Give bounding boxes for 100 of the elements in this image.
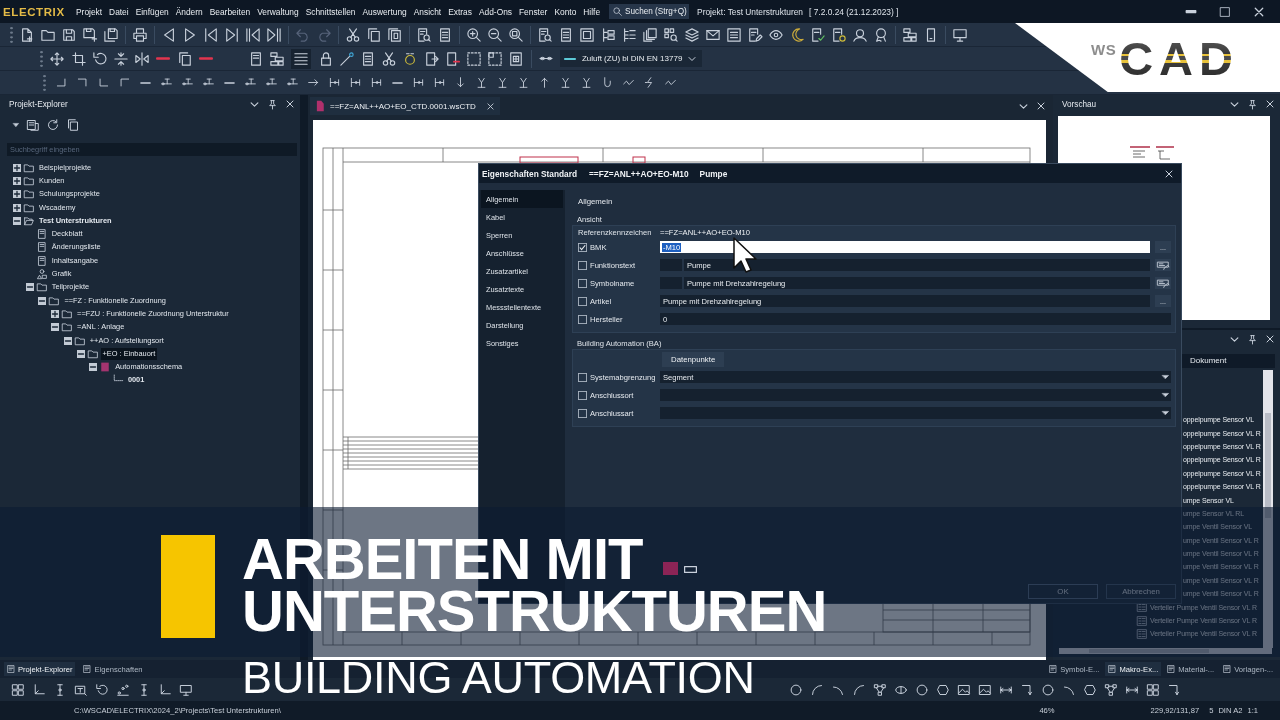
ring-icon[interactable] [403, 51, 418, 66]
blocks-icon[interactable] [270, 51, 285, 66]
minus-icon[interactable] [156, 56, 171, 61]
copy-icon[interactable] [388, 27, 402, 42]
junction-icon[interactable] [350, 77, 361, 88]
rotate-icon[interactable] [96, 683, 108, 696]
minus-box-icon[interactable] [25, 283, 34, 292]
envelope-icon[interactable] [706, 27, 720, 42]
triangle-left-icon[interactable] [162, 27, 176, 42]
menu-item[interactable]: Datei [109, 6, 129, 17]
bolt-icon[interactable] [644, 77, 655, 88]
menu-item[interactable]: Ansicht [413, 6, 442, 17]
pin-icon[interactable] [1248, 99, 1257, 109]
copy-icon[interactable] [177, 51, 192, 66]
checkbox[interactable] [578, 390, 587, 400]
move-icon[interactable] [50, 51, 65, 66]
menu-item[interactable]: Schnittstellen [305, 6, 356, 17]
document-search-icon[interactable] [538, 27, 552, 42]
toggle-button[interactable] [291, 48, 312, 69]
stacked-pages-icon[interactable] [643, 27, 657, 42]
arc-icon[interactable] [832, 683, 844, 696]
horizontal-scrollbar[interactable] [1059, 648, 1272, 654]
checkbox[interactable] [578, 372, 587, 382]
minus-box-icon[interactable] [38, 296, 47, 305]
triangle-right-icon[interactable] [183, 27, 197, 42]
hexagon-icon[interactable] [1084, 683, 1096, 696]
menu-item[interactable]: Fenster [519, 6, 548, 17]
vertical-scrollbar[interactable] [1263, 370, 1273, 648]
scissors-icon[interactable] [382, 51, 397, 66]
axes-icon[interactable] [159, 683, 171, 696]
circle-icon[interactable] [916, 683, 928, 696]
fork-icon[interactable] [560, 77, 571, 88]
text-frame-icon[interactable] [75, 683, 87, 696]
skip-end-icon[interactable] [267, 27, 281, 42]
dimension-icon[interactable] [1000, 683, 1012, 696]
junction-icon[interactable] [182, 77, 193, 88]
menu-item[interactable]: Extras [448, 6, 472, 17]
edit-button[interactable] [1155, 277, 1171, 289]
dropdown-field[interactable] [660, 389, 1171, 401]
minus-icon[interactable] [198, 56, 213, 61]
arrow-down-icon[interactable] [455, 77, 466, 88]
scatter-icon[interactable] [117, 683, 129, 696]
chevron-down-icon[interactable] [250, 99, 259, 109]
chevron-down-icon[interactable] [1230, 99, 1239, 109]
line-dot-icon[interactable] [339, 51, 354, 66]
menu-item[interactable]: Einfügen [135, 6, 169, 17]
arc-icon[interactable] [853, 683, 865, 696]
node-graph-icon[interactable] [874, 683, 886, 696]
document-edit-icon[interactable] [748, 27, 762, 42]
minus-box-icon[interactable] [76, 349, 85, 358]
close-icon[interactable] [1266, 100, 1274, 108]
junction-icon[interactable] [161, 77, 172, 88]
menu-item[interactable]: Ändern [175, 6, 203, 17]
document-stack-icon[interactable] [27, 119, 39, 131]
circle-icon[interactable] [1042, 683, 1054, 696]
junction-icon[interactable] [413, 77, 424, 88]
fork-icon[interactable] [581, 77, 592, 88]
corner-icon[interactable] [1168, 683, 1180, 696]
grid-search-icon[interactable] [664, 27, 678, 42]
junction-icon[interactable] [245, 77, 256, 88]
minus-box-icon[interactable] [89, 363, 98, 372]
dropdown-field[interactable] [660, 407, 1171, 419]
printer-icon[interactable] [133, 27, 147, 42]
folder-icon[interactable] [41, 27, 55, 42]
new-file-icon[interactable] [20, 27, 34, 42]
line-icon[interactable] [224, 80, 235, 85]
skip-start-icon[interactable] [204, 27, 218, 42]
menu-item[interactable]: Konto [554, 6, 577, 17]
scrollbar-thumb[interactable] [1089, 649, 1209, 653]
hexagon-icon[interactable] [937, 683, 949, 696]
document-list-icon[interactable] [559, 27, 573, 42]
circle-icon[interactable] [790, 683, 802, 696]
rotate-icon[interactable] [92, 51, 107, 66]
skip-end-icon[interactable] [225, 27, 239, 42]
close-icon[interactable] [1037, 102, 1045, 110]
checkbox[interactable] [578, 278, 587, 288]
plus-box-icon[interactable] [13, 176, 21, 185]
refresh-icon[interactable] [47, 119, 59, 131]
grip-handle-icon[interactable] [10, 26, 13, 43]
chevron-down-icon[interactable] [1230, 334, 1239, 344]
maximize-icon[interactable] [1220, 6, 1230, 17]
zoom-in-icon[interactable] [467, 27, 481, 42]
node-graph-icon[interactable] [1105, 683, 1117, 696]
monitor-icon[interactable] [180, 683, 192, 696]
arc-icon[interactable] [1063, 683, 1075, 696]
junction-icon[interactable] [371, 77, 382, 88]
connector-icon[interactable] [538, 56, 553, 61]
checkbox[interactable] [578, 260, 587, 270]
junction-icon[interactable] [266, 77, 277, 88]
ibeam-icon[interactable] [138, 683, 150, 696]
crop-icon[interactable] [71, 51, 86, 66]
arrow-up-icon[interactable] [539, 77, 550, 88]
zoom-out-icon[interactable] [488, 27, 502, 42]
menu-item[interactable]: Bearbeiten [209, 6, 251, 17]
corner-icon[interactable] [1021, 683, 1033, 696]
prefix-field[interactable] [660, 259, 682, 271]
dashed-corner-icon[interactable] [488, 51, 503, 66]
medium-dropdown[interactable]: Zuluft (ZU) bl DIN EN 13779 [559, 50, 703, 67]
grip-handle-icon[interactable] [40, 50, 44, 67]
document-grid-icon[interactable] [509, 51, 524, 66]
